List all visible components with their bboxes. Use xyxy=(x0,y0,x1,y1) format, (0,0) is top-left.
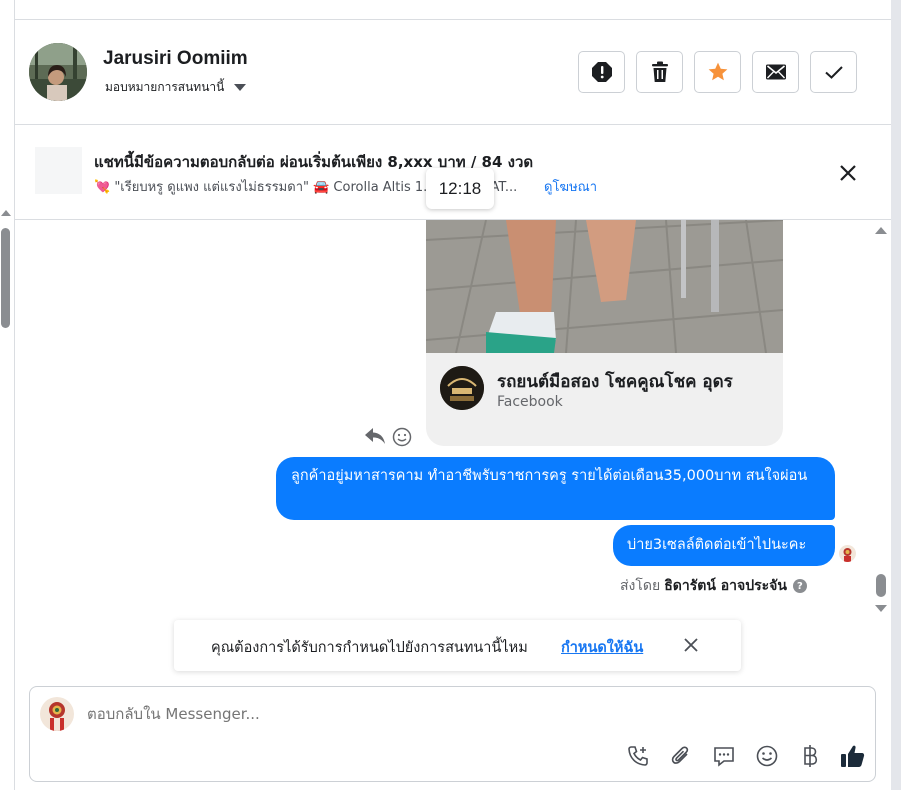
close-icon[interactable] xyxy=(682,636,700,654)
header-actions xyxy=(578,51,857,93)
smiley-icon[interactable] xyxy=(392,427,412,447)
scroll-up-arrow-icon[interactable] xyxy=(875,227,887,234)
avatar[interactable] xyxy=(29,43,87,101)
thumbs-up-icon xyxy=(840,745,864,767)
left-scrollbar[interactable] xyxy=(0,0,15,790)
sent-by-line: ส่งโดย ธิดารัตน์ อาจประจัน ? xyxy=(620,575,807,597)
scrollbar-thumb[interactable] xyxy=(1,228,10,328)
message-bubble[interactable]: ลูกค้าอยู่มหาสารคาม ทำอาชีพรับราชการครู … xyxy=(276,457,835,520)
help-icon[interactable]: ? xyxy=(792,579,807,593)
page-source: Facebook xyxy=(497,394,563,410)
emoji-button[interactable] xyxy=(753,742,780,769)
emoji-icon xyxy=(756,745,777,766)
payment-button[interactable] xyxy=(796,742,823,769)
check-icon xyxy=(824,66,843,79)
alert-icon xyxy=(591,62,612,82)
envelope-icon xyxy=(765,64,786,80)
star-icon xyxy=(708,62,727,81)
avatar xyxy=(40,697,74,731)
sender-name: ธิดารัตน์ อาจประจัน xyxy=(664,578,787,594)
read-receipt-avatar xyxy=(839,545,856,562)
sent-by-prefix: ส่งโดย xyxy=(620,578,661,594)
assign-to-me-link[interactable]: กำหนดให้ฉัน xyxy=(561,636,643,659)
assign-label: มอบหมายการสนทนานี้ xyxy=(105,80,225,94)
view-ad-link[interactable]: ดูโฆษณา xyxy=(544,176,597,197)
timestamp-tooltip: 12:18 xyxy=(426,168,494,209)
message-thread: รถยนต์มือสอง โชคคูณโชค อุดร Facebook ลูก… xyxy=(15,220,875,620)
assign-dropdown[interactable]: มอบหมายการสนทนานี้ xyxy=(105,78,247,97)
reply-icon[interactable] xyxy=(364,426,386,446)
inbox-conversation-panel: Jarusiri Oomiim มอบหมายการสนทนานี้ แชทนี… xyxy=(0,0,901,790)
contact-name: Jarusiri Oomiim xyxy=(103,48,248,69)
close-icon[interactable] xyxy=(837,162,859,184)
assign-prompt: คุณต้องการได้รับการกำหนดไปยังการสนทนานี้… xyxy=(174,620,741,671)
shared-post-card[interactable]: รถยนต์มือสอง โชคคูณโชค อุดร Facebook xyxy=(426,220,783,446)
caret-down-icon xyxy=(234,84,247,91)
scroll-down-arrow-icon[interactable] xyxy=(875,605,887,612)
ad-subtitle-text: 💘 "เรียบหรู ดูแพง แต่แรงไม่ธรรมดา" 🚘 Cor… xyxy=(94,180,428,195)
thread-scrollbar[interactable] xyxy=(874,220,890,620)
like-button[interactable] xyxy=(839,742,866,769)
chat-bubble-icon xyxy=(713,746,734,767)
conversation-header: Jarusiri Oomiim มอบหมายการสนทนานี้ xyxy=(15,20,891,125)
paperclip-icon xyxy=(671,746,688,764)
ad-thumbnail xyxy=(35,147,82,194)
reply-input[interactable] xyxy=(87,705,787,723)
report-spam-button[interactable] xyxy=(578,51,625,93)
attach-button[interactable] xyxy=(667,742,694,769)
call-button[interactable] xyxy=(624,742,651,769)
reply-composer xyxy=(29,686,876,782)
delete-button[interactable] xyxy=(636,51,683,93)
top-strip xyxy=(15,0,891,20)
saved-replies-button[interactable] xyxy=(710,742,737,769)
composer-toolbar xyxy=(624,742,866,769)
phone-plus-icon xyxy=(627,745,648,766)
baht-icon xyxy=(803,744,817,767)
right-edge-divider xyxy=(891,0,901,790)
message-bubble[interactable]: บ่าย3เซลล์ติดต่อเข้าไปนะคะ xyxy=(613,525,835,566)
assign-prompt-text: คุณต้องการได้รับการกำหนดไปยังการสนทนานี้… xyxy=(211,640,528,656)
mark-done-button[interactable] xyxy=(810,51,857,93)
post-photo xyxy=(426,220,783,353)
star-button[interactable] xyxy=(694,51,741,93)
scrollbar-thumb[interactable] xyxy=(876,574,886,597)
trash-icon xyxy=(651,61,668,82)
page-name: รถยนต์มือสอง โชคคูณโชค อุดร xyxy=(497,372,733,392)
scroll-up-arrow-icon[interactable] xyxy=(1,210,11,216)
page-logo xyxy=(440,366,484,410)
mark-unread-button[interactable] xyxy=(752,51,799,93)
